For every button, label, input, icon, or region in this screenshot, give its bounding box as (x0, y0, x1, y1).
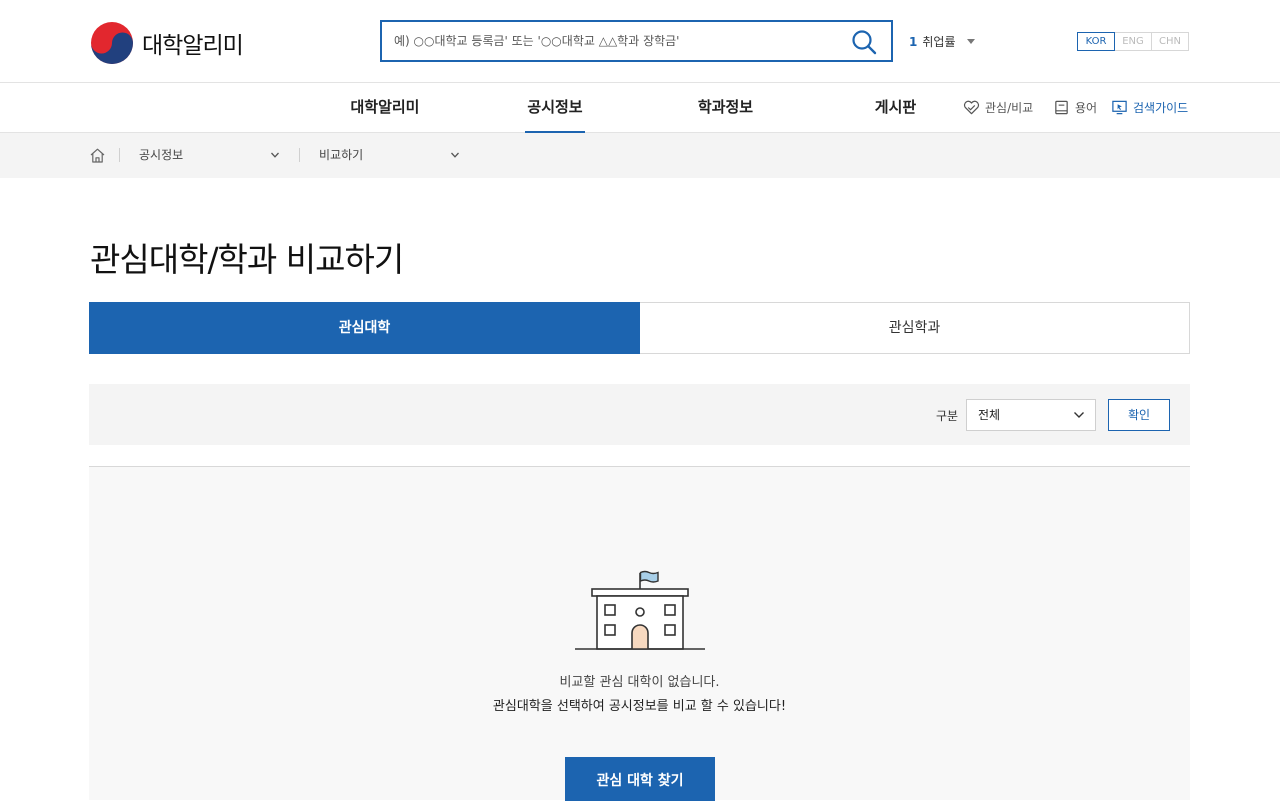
breadcrumb-divider (299, 148, 300, 162)
main-nav: 대학알리미 공시정보 학과정보 게시판 관심/비교 용어 검색가이드 (0, 83, 1280, 133)
confirm-button[interactable]: 확인 (1108, 399, 1170, 431)
breadcrumb-item-label: 비교하기 (319, 148, 364, 162)
util-search-guide-label: 검색가이드 (1133, 101, 1189, 115)
category-select-value: 전체 (978, 408, 1001, 422)
search-input[interactable] (394, 22, 844, 60)
util-interest-compare-label: 관심/비교 (985, 101, 1034, 115)
popular-keyword-rank: 1 (909, 34, 918, 49)
empty-message-primary: 비교할 관심 대학이 없습니다. (559, 675, 720, 690)
nav-item-department-info[interactable]: 학과정보 (695, 83, 756, 133)
top-header: 대학알리미 1 취업률 KOR ENG CHN (0, 0, 1280, 83)
lang-eng-button[interactable]: ENG (1114, 32, 1152, 51)
breadcrumb-divider (119, 148, 120, 162)
chevron-down-icon (451, 152, 459, 158)
caret-down-icon (967, 39, 976, 44)
search-icon[interactable] (851, 29, 877, 55)
nav-item-disclosure[interactable]: 공시정보 (525, 83, 585, 133)
category-select[interactable]: 전체 (966, 399, 1096, 431)
popular-keyword-ticker[interactable]: 1 취업률 (909, 33, 976, 50)
filter-bar: 구분 전체 확인 (89, 384, 1190, 445)
page-title: 관심대학/학과 비교하기 (90, 240, 404, 279)
popular-keyword-label: 취업률 (922, 35, 956, 49)
home-icon[interactable] (89, 147, 106, 164)
find-university-button[interactable]: 관심 대학 찾기 (565, 757, 715, 801)
school-building-icon (575, 570, 705, 650)
util-interest-compare[interactable]: 관심/비교 (963, 99, 1033, 116)
util-glossary-label: 용어 (1075, 101, 1098, 115)
breadcrumb-item-disclosure[interactable]: 공시정보 (139, 133, 285, 178)
heart-icon (963, 100, 980, 115)
site-logo[interactable]: 대학알리미 (90, 21, 244, 65)
compare-tabs: 관심대학 관심학과 (89, 302, 1190, 354)
chevron-down-icon (271, 152, 279, 158)
category-label: 구분 (936, 409, 959, 423)
empty-message-secondary: 관심대학을 선택하여 공시정보를 비교 할 수 있습니다! (492, 699, 787, 714)
language-selector: KOR ENG CHN (1077, 32, 1189, 51)
chevron-down-icon (1074, 412, 1084, 418)
util-glossary[interactable]: 용어 (1053, 99, 1097, 116)
tab-interest-university[interactable]: 관심대학 (89, 302, 640, 354)
lang-kor-button[interactable]: KOR (1077, 32, 1115, 51)
nav-item-board[interactable]: 게시판 (873, 83, 918, 133)
logo-text: 대학알리미 (142, 33, 244, 59)
search-box (380, 20, 893, 62)
breadcrumb: 공시정보 비교하기 (0, 133, 1280, 178)
tab-interest-department[interactable]: 관심학과 (640, 303, 1189, 353)
taegeuk-logo-icon (91, 22, 133, 64)
book-icon (1055, 100, 1068, 115)
breadcrumb-item-compare[interactable]: 비교하기 (319, 133, 465, 178)
nav-item-university-info[interactable]: 대학알리미 (347, 83, 423, 133)
empty-state-panel: 비교할 관심 대학이 없습니다. 관심대학을 선택하여 공시정보를 비교 할 수… (89, 466, 1190, 801)
breadcrumb-item-label: 공시정보 (139, 148, 184, 162)
util-search-guide[interactable]: 검색가이드 (1111, 99, 1188, 116)
monitor-guide-icon (1112, 100, 1127, 115)
lang-chn-button[interactable]: CHN (1151, 32, 1189, 51)
